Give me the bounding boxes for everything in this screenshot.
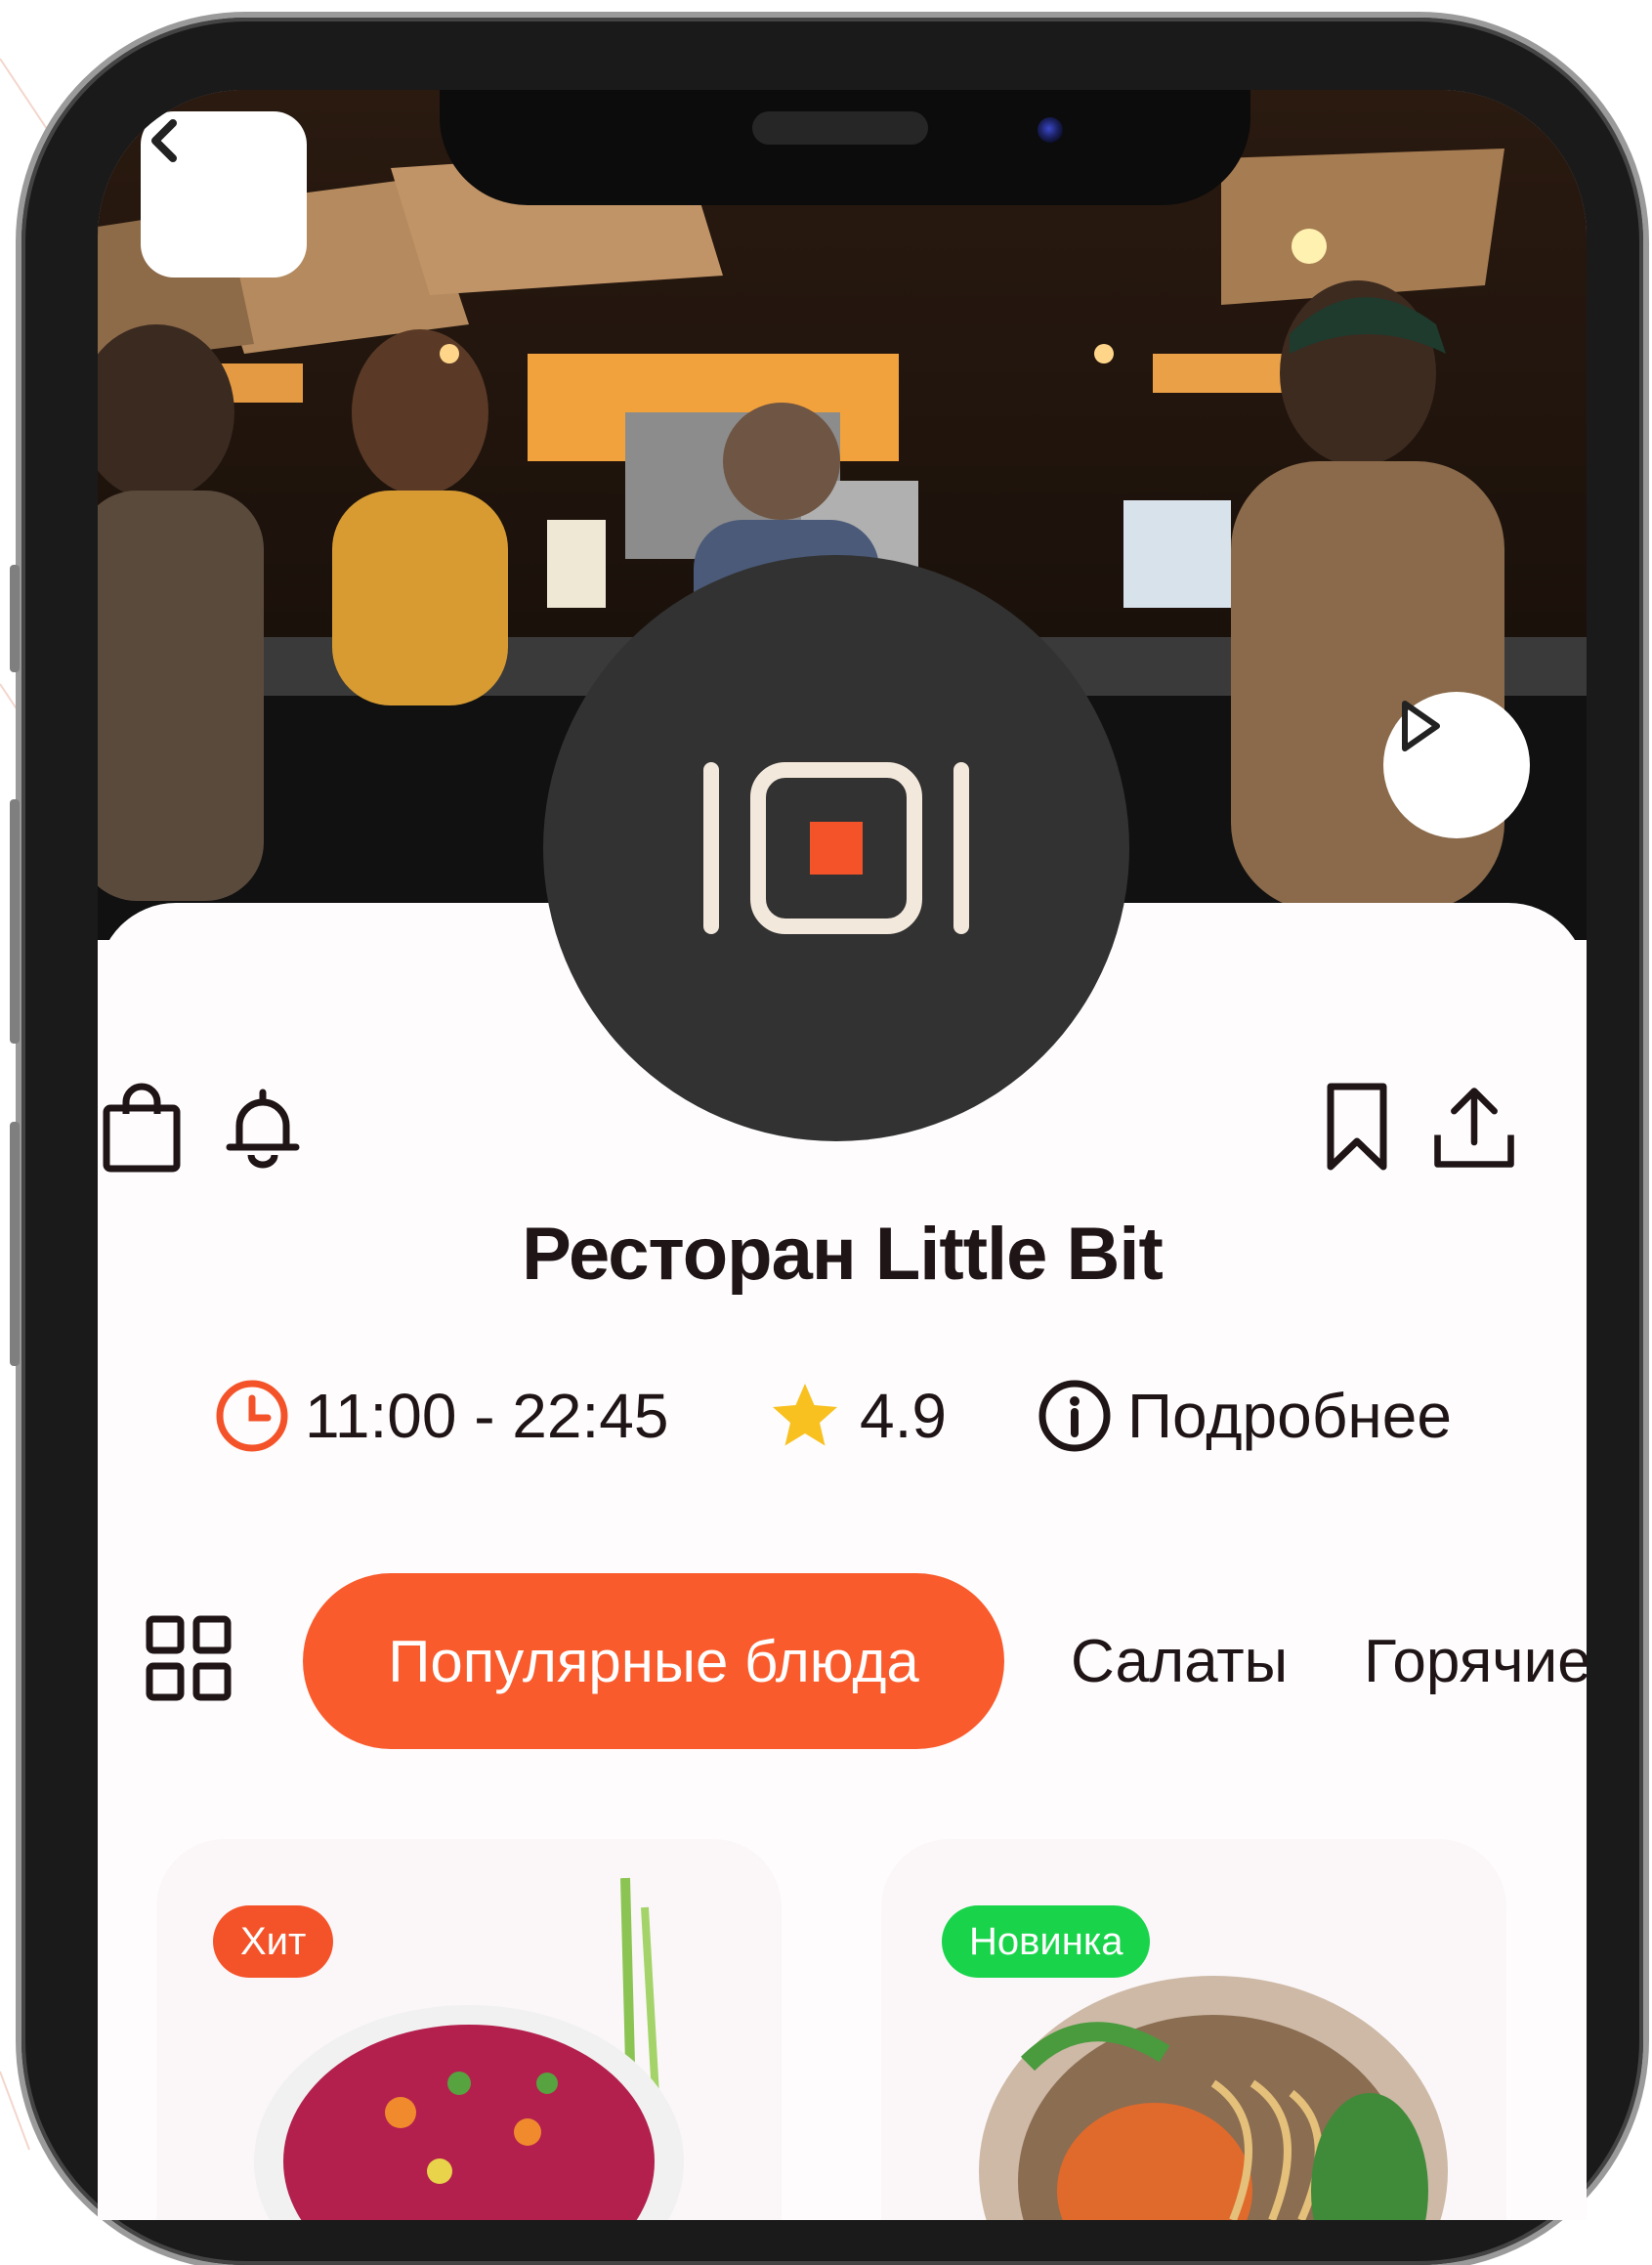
bookmark-icon — [1327, 1083, 1387, 1171]
play-icon — [1402, 701, 1440, 751]
info-icon — [1038, 1380, 1111, 1452]
rating-value: 4.9 — [860, 1381, 947, 1451]
details-label: Подробнее — [1127, 1381, 1452, 1451]
share-button[interactable] — [1430, 1079, 1518, 1176]
dish-card[interactable]: Новинка — [881, 1839, 1506, 2220]
tab-salads[interactable]: Салаты — [1071, 1573, 1288, 1749]
back-icon — [151, 119, 177, 162]
phone-volume-down — [10, 1122, 20, 1366]
phone-notch — [440, 90, 1250, 205]
tab-hot-dishes[interactable]: Горячие — [1364, 1573, 1587, 1749]
bag-icon — [103, 1083, 181, 1173]
bell-icon — [226, 1089, 300, 1169]
logo-mark-icon — [703, 762, 969, 934]
share-icon — [1434, 1088, 1514, 1168]
dish-image — [979, 1976, 1448, 2220]
dish-card[interactable]: Хит — [156, 1839, 782, 2220]
phone-camera — [1038, 117, 1063, 143]
notifications-button[interactable] — [219, 1079, 307, 1176]
play-video-button[interactable] — [1383, 692, 1530, 838]
bookmark-button[interactable] — [1313, 1079, 1401, 1176]
back-button[interactable] — [141, 111, 307, 278]
grid-view-icon[interactable] — [145, 1614, 233, 1702]
phone-volume-up — [10, 799, 20, 1044]
phone-speaker — [752, 111, 928, 145]
clock-icon — [216, 1380, 288, 1452]
dish-badge: Новинка — [942, 1905, 1151, 1978]
cart-button[interactable] — [98, 1079, 186, 1176]
app-screen: Ресторан Little Bit 11:00 - 22:45 4.9 По… — [98, 90, 1587, 2220]
rating: 4.9 — [768, 1372, 947, 1460]
tab-popular-dishes[interactable]: Популярные блюда — [303, 1573, 1004, 1749]
details-link[interactable]: Подробнее — [1036, 1372, 1452, 1460]
dish-image — [254, 1877, 684, 2220]
phone-side-button — [10, 565, 20, 672]
star-icon — [773, 1384, 837, 1446]
restaurant-title: Ресторан Little Bit — [522, 1213, 1164, 1296]
dish-badge: Хит — [213, 1905, 334, 1978]
restaurant-logo — [543, 555, 1129, 1141]
hours-text: 11:00 - 22:45 — [305, 1381, 669, 1451]
opening-hours: 11:00 - 22:45 — [213, 1372, 668, 1460]
